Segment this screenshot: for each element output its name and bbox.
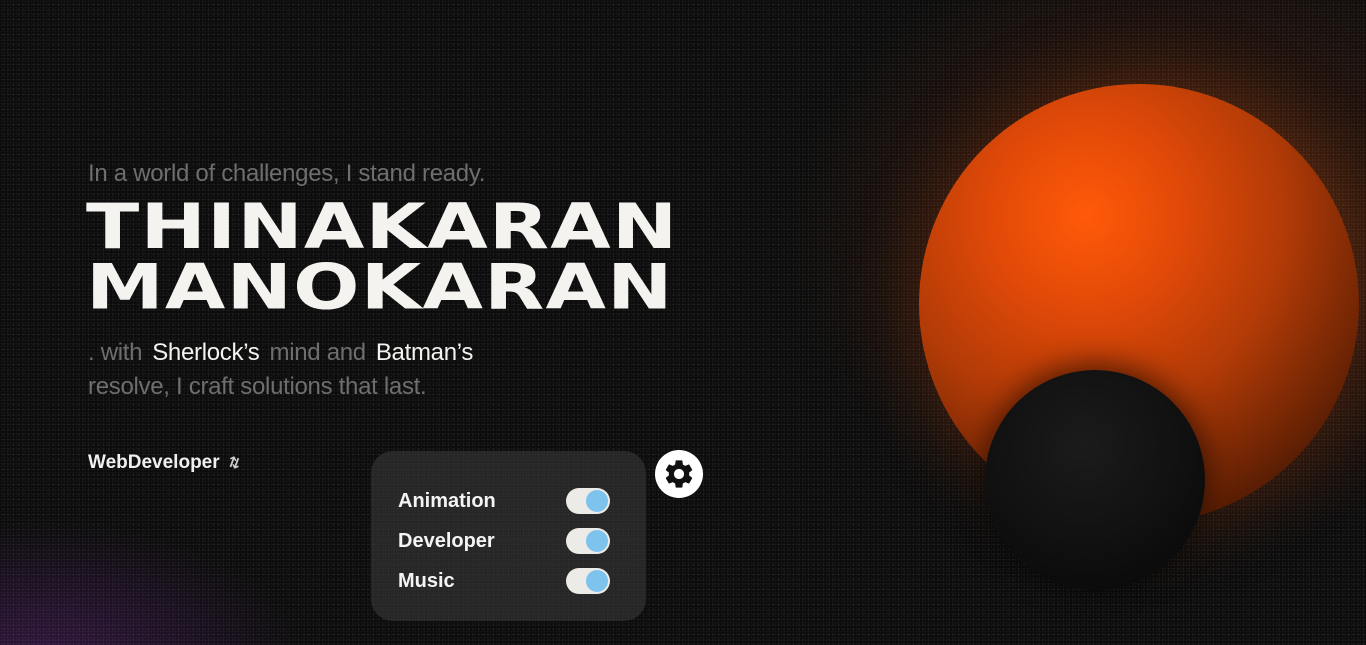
- hero-section: In a world of challenges, I stand ready.…: [0, 0, 1366, 645]
- dark-moon: [985, 370, 1205, 590]
- toggle-knob: [586, 530, 608, 552]
- developer-toggle[interactable]: [566, 528, 610, 554]
- settings-panel: Animation Developer Music: [371, 451, 646, 621]
- role-label: WebDeveloper: [88, 452, 220, 473]
- desc-highlight-batman: Batman’s: [375, 339, 474, 366]
- name-first: THINAKARAN: [86, 191, 679, 264]
- desc-mid: mind and: [269, 339, 367, 366]
- tagline: In a world of challenges, I stand ready.: [88, 160, 486, 187]
- gear-icon: [665, 460, 693, 488]
- swap-arrows-icon[interactable]: ⇅: [225, 452, 243, 473]
- option-animation: Animation: [398, 481, 610, 521]
- role-switcher[interactable]: WebDeveloper ⇅: [88, 452, 243, 474]
- animation-toggle[interactable]: [566, 488, 610, 514]
- option-label: Music: [398, 569, 455, 592]
- music-toggle[interactable]: [566, 568, 610, 594]
- desc-suffix: resolve, I craft solutions that last.: [88, 373, 427, 400]
- desc-prefix: . with: [88, 339, 143, 366]
- option-label: Developer: [398, 529, 495, 552]
- settings-gear-button[interactable]: [655, 450, 703, 498]
- toggle-knob: [586, 570, 608, 592]
- hero-name: THINAKARAN MANOKARAN: [86, 191, 679, 325]
- toggle-knob: [586, 490, 608, 512]
- option-developer: Developer: [398, 521, 610, 561]
- name-last: MANOKARAN: [86, 251, 674, 325]
- desc-highlight-sherlock: Sherlock’s: [152, 339, 260, 366]
- hero-description: . with Sherlock’s mind and Batman’s resolve…: [88, 336, 558, 404]
- option-music: Music: [398, 561, 610, 601]
- option-label: Animation: [398, 489, 496, 512]
